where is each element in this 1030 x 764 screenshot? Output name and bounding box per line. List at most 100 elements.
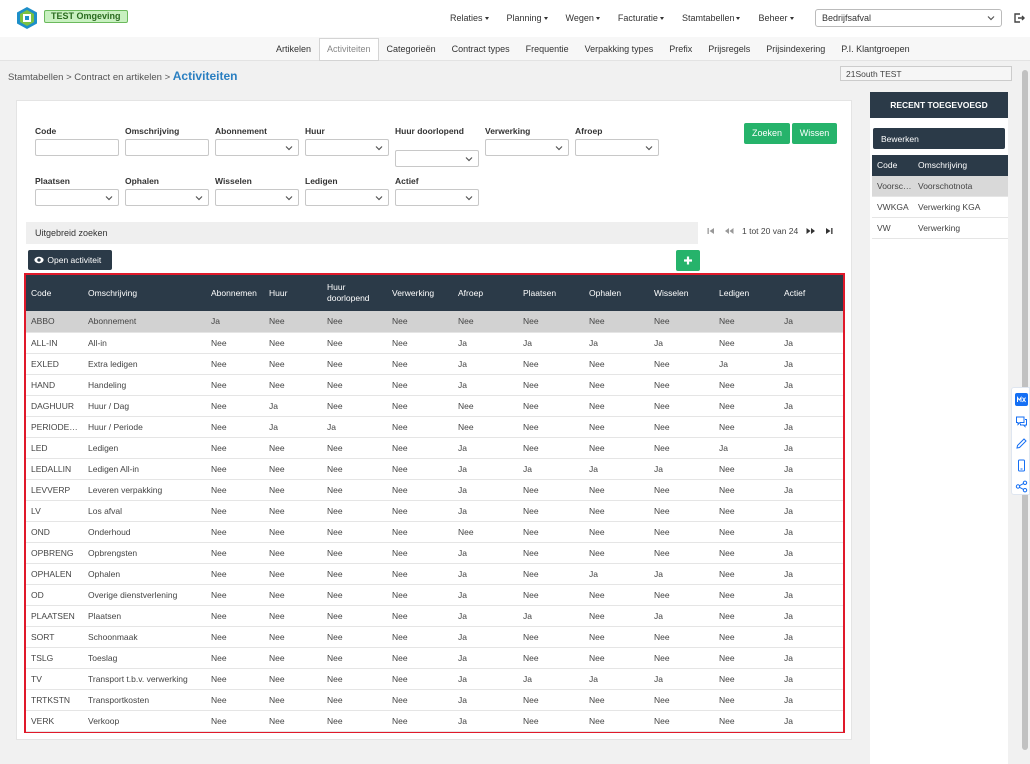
first-page-icon[interactable]	[706, 226, 716, 236]
edit-button[interactable]: Bewerken	[873, 128, 1005, 149]
share-icon[interactable]	[1015, 480, 1028, 493]
cell-verwerking: Nee	[392, 694, 408, 705]
cell-ophalen: Nee	[589, 694, 605, 705]
nav-stamtabellen[interactable]: Stamtabellen	[682, 13, 741, 23]
cell-omschrijving: Transport t.b.v. verwerking	[88, 673, 188, 684]
table-row[interactable]: TSLG Toeslag Nee Nee Nee Nee Ja Nee Nee Nee Nee Ja	[26, 647, 843, 668]
filter-ledigen-select[interactable]	[305, 189, 389, 206]
recent-table-row[interactable]: VWKGA Verwerking KGA	[872, 197, 1008, 218]
table-row[interactable]: TV Transport t.b.v. verwerking Nee Nee Nee Ne…	[26, 668, 843, 689]
cell-abonnement: Nee	[211, 442, 227, 453]
filter-abonnement-select[interactable]	[215, 139, 299, 156]
recent-table-row[interactable]: VW Verwerking	[872, 218, 1008, 239]
table-row[interactable]: VERK Verkoop Nee Nee Nee Nee Ja Nee Nee Nee Nee Ja	[26, 710, 843, 731]
filter-omschrijving-input[interactable]	[125, 139, 209, 156]
cell-ledigen: Nee	[719, 715, 735, 726]
tab-artikelen[interactable]: Artikelen	[268, 38, 319, 61]
tab-contract-types[interactable]: Contract types	[444, 38, 518, 61]
filter-wisselen-select[interactable]	[215, 189, 299, 206]
tab-frequentie[interactable]: Frequentie	[518, 38, 577, 61]
cell-code: DAGHUUR	[31, 400, 74, 411]
column-header-afroep[interactable]: Afroep	[453, 275, 518, 311]
table-row[interactable]: ALL-IN All-in Nee Nee Nee Nee Ja Ja Ja Ja Nee Ja	[26, 332, 843, 353]
nav-planning[interactable]: Planning	[507, 13, 548, 23]
nav-relaties[interactable]: Relaties	[450, 13, 489, 23]
column-header-code[interactable]: Code	[26, 275, 83, 311]
organization-select[interactable]: Bedrijfsafval	[815, 9, 1002, 27]
column-header-abonnement[interactable]: Abonnemen	[206, 275, 264, 311]
tab-verpakking-types[interactable]: Verpakking types	[577, 38, 662, 61]
chevron-down-icon	[987, 16, 995, 21]
cell-huur-doorlopend: Nee	[327, 316, 343, 327]
cell-ledigen: Nee	[719, 673, 735, 684]
open-activity-button[interactable]: Open activiteit	[28, 250, 112, 270]
table-row[interactable]: LV Los afval Nee Nee Nee Nee Ja Nee Nee Nee Nee Ja	[26, 500, 843, 521]
tab-prefix[interactable]: Prefix	[661, 38, 700, 61]
mx-logo-icon[interactable]	[1015, 393, 1028, 406]
tab-categorieen[interactable]: Categorieën	[379, 38, 444, 61]
table-row[interactable]: PERIODEHUUR Huur / Periode Nee Ja Ja Nee Nee Ne…	[26, 416, 843, 437]
filter-ophalen-select[interactable]	[125, 189, 209, 206]
filter-verwerking-select[interactable]	[485, 139, 569, 156]
search-button[interactable]: Zoeken	[744, 123, 790, 144]
filter-afroep-select[interactable]	[575, 139, 659, 156]
column-header-omschrijving[interactable]: Omschrijving	[83, 275, 206, 311]
table-row[interactable]: LEDALLIN Ledigen All-in Nee Nee Nee Nee Ja Ja Ja…	[26, 458, 843, 479]
breadcrumb-path[interactable]: Stamtabellen > Contract en artikelen >	[8, 72, 173, 83]
mobile-device-icon[interactable]	[1015, 459, 1028, 472]
nav-wegen[interactable]: Wegen	[566, 13, 600, 23]
app-logo-icon[interactable]	[15, 6, 39, 30]
table-row[interactable]: OPBRENG Opbrengsten Nee Nee Nee Nee Ja Nee Nee Ne…	[26, 542, 843, 563]
tab-prijsindexering[interactable]: Prijsindexering	[758, 38, 833, 61]
cell-ophalen: Ja	[589, 337, 598, 348]
cell-code: PLAATSEN	[31, 610, 75, 621]
table-row[interactable]: ABBO Abonnement Ja Nee Nee Nee Nee Nee Nee Nee Nee…	[26, 311, 843, 332]
column-header-ledigen[interactable]: Ledigen	[714, 275, 779, 311]
last-page-icon[interactable]	[824, 226, 834, 236]
add-activity-button[interactable]	[676, 250, 700, 271]
cell-huur: Nee	[269, 715, 285, 726]
filter-huur-doorlopend-select[interactable]	[395, 150, 479, 167]
table-row[interactable]: LED Ledigen Nee Nee Nee Nee Ja Nee Nee Nee Ja Ja	[26, 437, 843, 458]
nav-beheer[interactable]: Beheer	[758, 13, 793, 23]
cell-actief: Ja	[784, 316, 793, 327]
column-header-wisselen[interactable]: Wisselen	[649, 275, 714, 311]
nav-facturatie[interactable]: Facturatie	[618, 13, 664, 23]
filter-actief-select[interactable]	[395, 189, 479, 206]
table-row[interactable]: LEVVERP Leveren verpakking Nee Nee Nee Nee Ja N…	[26, 479, 843, 500]
column-header-plaatsen[interactable]: Plaatsen	[518, 275, 584, 311]
extended-search-toggle[interactable]: Uitgebreid zoeken	[26, 222, 698, 244]
pencil-icon[interactable]	[1015, 437, 1028, 450]
filter-huur-doorlopend-label: Huur doorlopend	[395, 126, 464, 136]
table-row[interactable]: OD Overige dienstverlening Nee Nee Nee Nee Ja N…	[26, 584, 843, 605]
column-header-verwerking[interactable]: Verwerking	[387, 275, 453, 311]
table-row[interactable]: EXLED Extra ledigen Nee Nee Nee Nee Ja Nee Nee Ne…	[26, 353, 843, 374]
table-row[interactable]: SORT Schoonmaak Nee Nee Nee Nee Ja Nee Nee Nee Nee…	[26, 626, 843, 647]
cell-wisselen: Nee	[654, 652, 670, 663]
tab-activiteiten[interactable]: Activiteiten	[319, 38, 379, 61]
column-header-actief[interactable]: Actief	[779, 275, 843, 311]
tab-prijsregels[interactable]: Prijsregels	[700, 38, 758, 61]
chat-icon[interactable]	[1015, 415, 1028, 428]
cell-code: VERK	[31, 715, 55, 726]
tab-pi-klantgroepen[interactable]: P.I. Klantgroepen	[833, 38, 917, 61]
filter-plaatsen-select[interactable]	[35, 189, 119, 206]
cell-wisselen: Nee	[654, 547, 670, 558]
column-header-huur-doorlopend[interactable]: Huur doorlopend	[322, 275, 387, 311]
next-page-icon[interactable]	[806, 226, 816, 236]
table-row[interactable]: OND Onderhoud Nee Nee Nee Nee Nee Nee Nee Nee Nee J…	[26, 521, 843, 542]
previous-page-icon[interactable]	[724, 226, 734, 236]
filter-huur-select[interactable]	[305, 139, 389, 156]
column-header-ophalen[interactable]: Ophalen	[584, 275, 649, 311]
table-row[interactable]: HAND Handeling Nee Nee Nee Nee Ja Nee Nee Nee Nee J…	[26, 374, 843, 395]
clear-button[interactable]: Wissen	[792, 123, 837, 144]
table-row[interactable]: PLAATSEN Plaatsen Nee Nee Nee Nee Ja Ja Nee Ja Nee…	[26, 605, 843, 626]
filter-code-input[interactable]	[35, 139, 119, 156]
column-header-huur[interactable]: Huur	[264, 275, 322, 311]
table-row[interactable]: OPHALEN Ophalen Nee Nee Nee Nee Ja Nee Ja Ja Nee Ja	[26, 563, 843, 584]
table-row[interactable]: TRTKSTN Transportkosten Nee Nee Nee Nee Ja Nee N…	[26, 689, 843, 710]
cell-afroep: Ja	[458, 442, 467, 453]
recent-table-row[interactable]: Voorschotnota Voorschotnota	[872, 176, 1008, 197]
table-row[interactable]: DAGHUUR Huur / Dag Nee Ja Nee Nee Nee Nee Nee Nee…	[26, 395, 843, 416]
logout-icon[interactable]	[1013, 12, 1025, 24]
